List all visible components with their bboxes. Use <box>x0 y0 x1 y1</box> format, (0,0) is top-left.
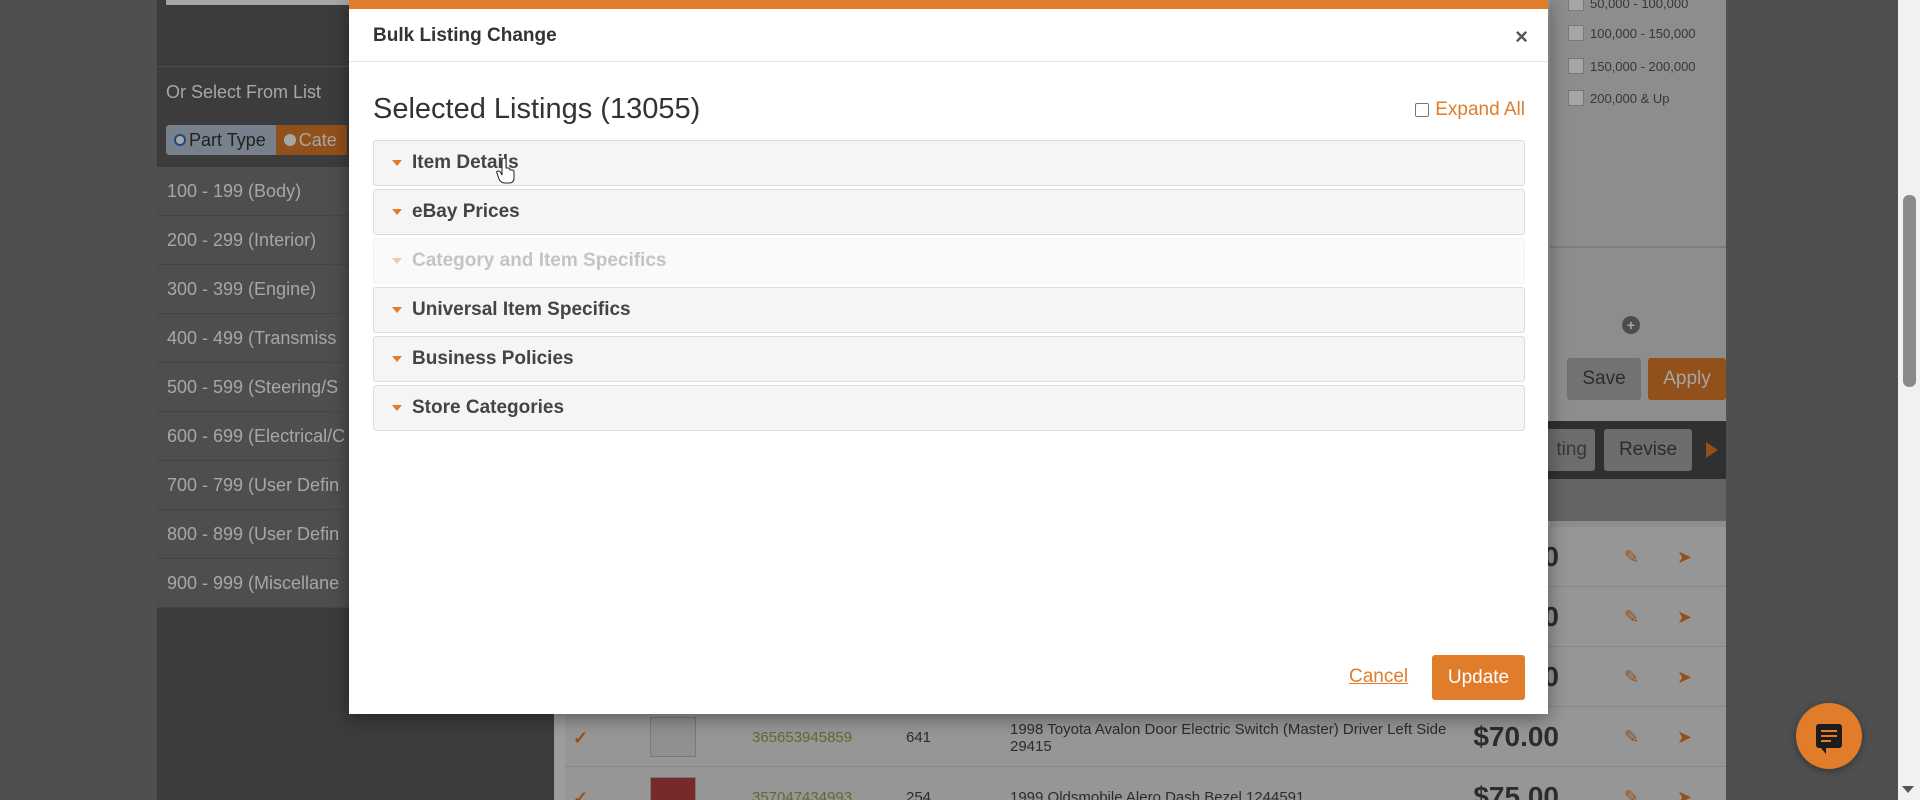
section-label: Category and Item Specifics <box>412 250 667 271</box>
caret-down-icon <box>392 307 402 313</box>
modal-title: Bulk Listing Change <box>373 25 557 46</box>
page-scrollbar[interactable] <box>1898 0 1920 800</box>
section-label: eBay Prices <box>412 201 520 222</box>
section-ebay-prices[interactable]: eBay Prices <box>373 189 1525 235</box>
section-business-policies[interactable]: Business Policies <box>373 336 1525 382</box>
update-button[interactable]: Update <box>1432 655 1525 700</box>
expand-all-checkbox[interactable] <box>1415 103 1430 117</box>
section-category-item-specifics: Category and Item Specifics <box>373 238 1525 284</box>
cancel-button[interactable]: Cancel <box>1349 666 1408 688</box>
caret-down-icon <box>392 356 402 362</box>
caret-down-icon <box>392 209 402 215</box>
section-accordion: Item Details eBay Prices Category and It… <box>373 140 1525 434</box>
chat-icon <box>1816 724 1842 754</box>
caret-down-icon <box>392 258 402 264</box>
hand-pointer-icon <box>496 158 515 184</box>
section-universal-item-specifics[interactable]: Universal Item Specifics <box>373 287 1525 333</box>
chat-button[interactable] <box>1796 703 1862 769</box>
section-label: Universal Item Specifics <box>412 299 631 320</box>
close-icon[interactable]: × <box>1515 26 1528 48</box>
scrollbar-thumb[interactable] <box>1903 195 1916 387</box>
section-item-details[interactable]: Item Details <box>373 140 1525 186</box>
selected-listings-title: Selected Listings (13055) <box>373 93 701 125</box>
modal-header: Bulk Listing Change × <box>349 9 1548 62</box>
section-label: Business Policies <box>412 348 574 369</box>
caret-down-icon <box>392 160 402 166</box>
bulk-listing-modal: Bulk Listing Change × Selected Listings … <box>349 0 1548 714</box>
section-label: Store Categories <box>412 397 565 418</box>
expand-all-label[interactable]: Expand All <box>1435 99 1525 121</box>
scroll-down-arrow-icon[interactable] <box>1902 786 1914 793</box>
section-store-categories[interactable]: Store Categories <box>373 385 1525 431</box>
expand-all-toggle[interactable]: Expand All <box>1415 99 1525 121</box>
caret-down-icon <box>392 405 402 411</box>
